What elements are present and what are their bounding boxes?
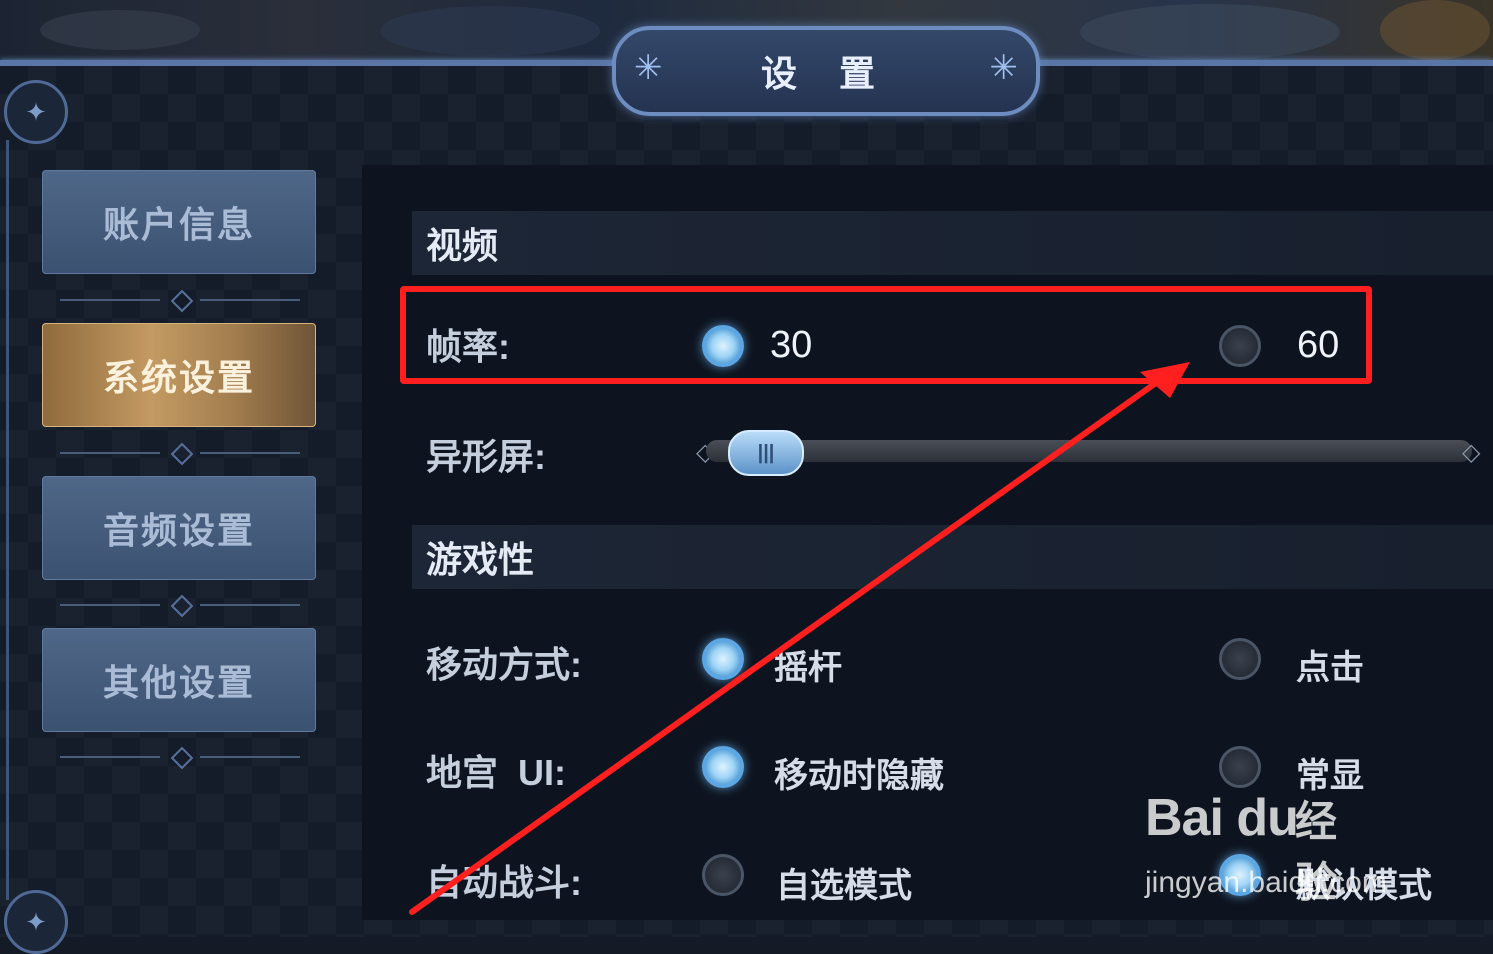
slider-right-end-icon: ◇ xyxy=(1462,439,1481,466)
movement-tap-label: 点击 xyxy=(1296,649,1364,687)
tab-account-info[interactable]: 账户信息 xyxy=(42,170,316,274)
page-title: 设 置 xyxy=(760,53,891,94)
auto-battle-custom-radio[interactable] xyxy=(702,854,744,896)
movement-joystick-radio[interactable] xyxy=(702,638,744,680)
tab-divider xyxy=(50,594,310,618)
notch-screen-slider-track[interactable] xyxy=(706,440,1472,462)
star-ornament-icon: ✳ xyxy=(634,49,663,87)
tab-divider xyxy=(50,289,310,313)
baidu-jingyan-watermark: Bai du 经验 jingyan.baidu.com xyxy=(1145,788,1387,906)
corner-ornament-icon: ✦ xyxy=(4,890,68,954)
left-border xyxy=(6,140,9,900)
tab-other-settings[interactable]: 其他设置 xyxy=(42,628,316,732)
tab-divider xyxy=(50,746,310,770)
section-header-video: 视频 xyxy=(412,211,1493,275)
corner-ornament-icon: ✦ xyxy=(4,80,68,144)
watermark-logo: Bai du xyxy=(1145,789,1299,847)
notch-screen-label: 异形屏: xyxy=(426,436,546,477)
dungeon-ui-hide-radio[interactable] xyxy=(702,746,744,788)
notch-screen-slider-thumb[interactable]: ||| xyxy=(728,430,804,476)
dungeon-ui-label: 地宫 UI: xyxy=(426,752,566,793)
tab-system-settings[interactable]: 系统设置 xyxy=(42,323,316,427)
auto-battle-custom-label: 自选模式 xyxy=(776,867,912,905)
section-header-gameplay: 游戏性 xyxy=(412,525,1493,589)
dungeon-ui-always-radio[interactable] xyxy=(1219,746,1261,788)
star-ornament-icon: ✳ xyxy=(989,49,1019,87)
annotation-highlight-box xyxy=(400,286,1372,384)
watermark-url: jingyan.baidu.com xyxy=(1145,866,1387,899)
movement-joystick-label: 摇杆 xyxy=(774,649,842,687)
movement-label: 移动方式: xyxy=(426,644,582,685)
title-plate: ✳ 设 置 ✳ xyxy=(612,26,1040,116)
tab-audio-settings[interactable]: 音频设置 xyxy=(42,476,316,580)
tab-divider xyxy=(50,442,310,466)
auto-battle-label: 自动战斗: xyxy=(426,862,582,903)
movement-tap-radio[interactable] xyxy=(1219,638,1261,680)
dungeon-ui-hide-label: 移动时隐藏 xyxy=(774,757,944,795)
